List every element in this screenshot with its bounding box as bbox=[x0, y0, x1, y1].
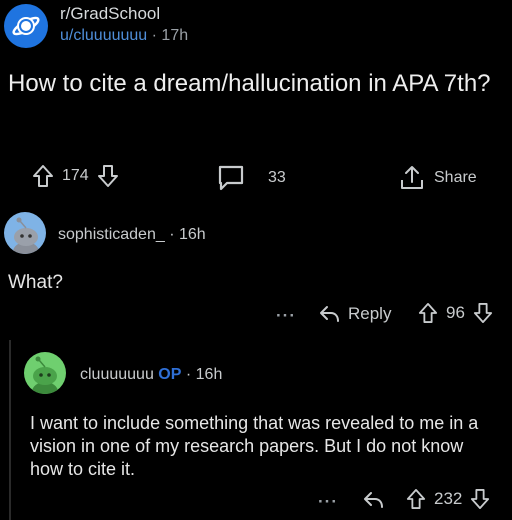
downvote-icon[interactable] bbox=[470, 488, 490, 510]
reply-label: Reply bbox=[348, 304, 392, 323]
avatar[interactable] bbox=[24, 352, 66, 394]
comment-time: 16h bbox=[178, 226, 206, 243]
upvote-icon[interactable] bbox=[32, 164, 54, 188]
avatar[interactable] bbox=[4, 212, 46, 254]
meta-separator: · bbox=[151, 27, 157, 44]
planet-icon bbox=[12, 16, 40, 36]
downvote-icon[interactable] bbox=[473, 302, 493, 324]
post-vote-group: 174 bbox=[32, 164, 119, 188]
post-author[interactable]: u/cluuuuuuu bbox=[60, 27, 147, 44]
meta-separator: · bbox=[185, 366, 192, 383]
op-badge: OP bbox=[158, 366, 182, 383]
comment-author[interactable]: sophisticaden_ bbox=[58, 226, 165, 243]
comment-action-bar: ··· Reply 96 bbox=[0, 300, 512, 332]
post-meta: u/cluuuuuuu · 17h bbox=[60, 27, 188, 45]
comment-vote-group: 96 bbox=[418, 302, 493, 324]
reply-icon bbox=[364, 492, 383, 508]
comment-body: What? bbox=[8, 272, 63, 293]
comment-count: 33 bbox=[268, 169, 286, 186]
comment-meta: sophisticaden_ · 16h bbox=[58, 226, 206, 244]
comment-time: 16h bbox=[195, 366, 223, 383]
comment-bubble-icon bbox=[218, 165, 244, 191]
post-time: 17h bbox=[161, 27, 189, 44]
downvote-icon[interactable] bbox=[97, 164, 119, 188]
more-options-icon[interactable]: ··· bbox=[318, 492, 338, 512]
subreddit-icon[interactable] bbox=[4, 4, 48, 48]
share-button[interactable]: Share bbox=[398, 164, 477, 192]
upvote-icon[interactable] bbox=[406, 488, 426, 510]
post-title[interactable]: How to cite a dream/hallucination in APA… bbox=[8, 68, 504, 99]
comment-body: I want to include something that was rev… bbox=[30, 413, 479, 479]
post-action-bar: 174 33 Share bbox=[0, 160, 512, 196]
comment-meta: cluuuuuuu OP · 16h bbox=[80, 366, 222, 384]
meta-separator: · bbox=[169, 226, 175, 243]
snoo-avatar-icon bbox=[32, 356, 58, 394]
reply-icon bbox=[320, 306, 339, 322]
comment-action-bar: ··· 232 bbox=[0, 484, 512, 518]
share-icon bbox=[401, 166, 423, 189]
subreddit-name[interactable]: r/GradSchool bbox=[60, 4, 160, 24]
post-score: 174 bbox=[62, 167, 89, 184]
upvote-icon[interactable] bbox=[418, 302, 438, 324]
reply-button[interactable]: Reply bbox=[318, 304, 391, 324]
comment-vote-group: 232 bbox=[406, 488, 490, 510]
snoo-avatar-icon bbox=[13, 217, 39, 254]
comment-score: 232 bbox=[434, 489, 463, 508]
comment-score: 96 bbox=[446, 303, 465, 322]
more-options-icon[interactable]: ··· bbox=[276, 306, 296, 326]
share-label: Share bbox=[434, 169, 477, 186]
comments-button[interactable]: 33 bbox=[216, 164, 286, 192]
reply-button[interactable] bbox=[362, 490, 384, 510]
comment-author[interactable]: cluuuuuuu bbox=[80, 366, 154, 383]
